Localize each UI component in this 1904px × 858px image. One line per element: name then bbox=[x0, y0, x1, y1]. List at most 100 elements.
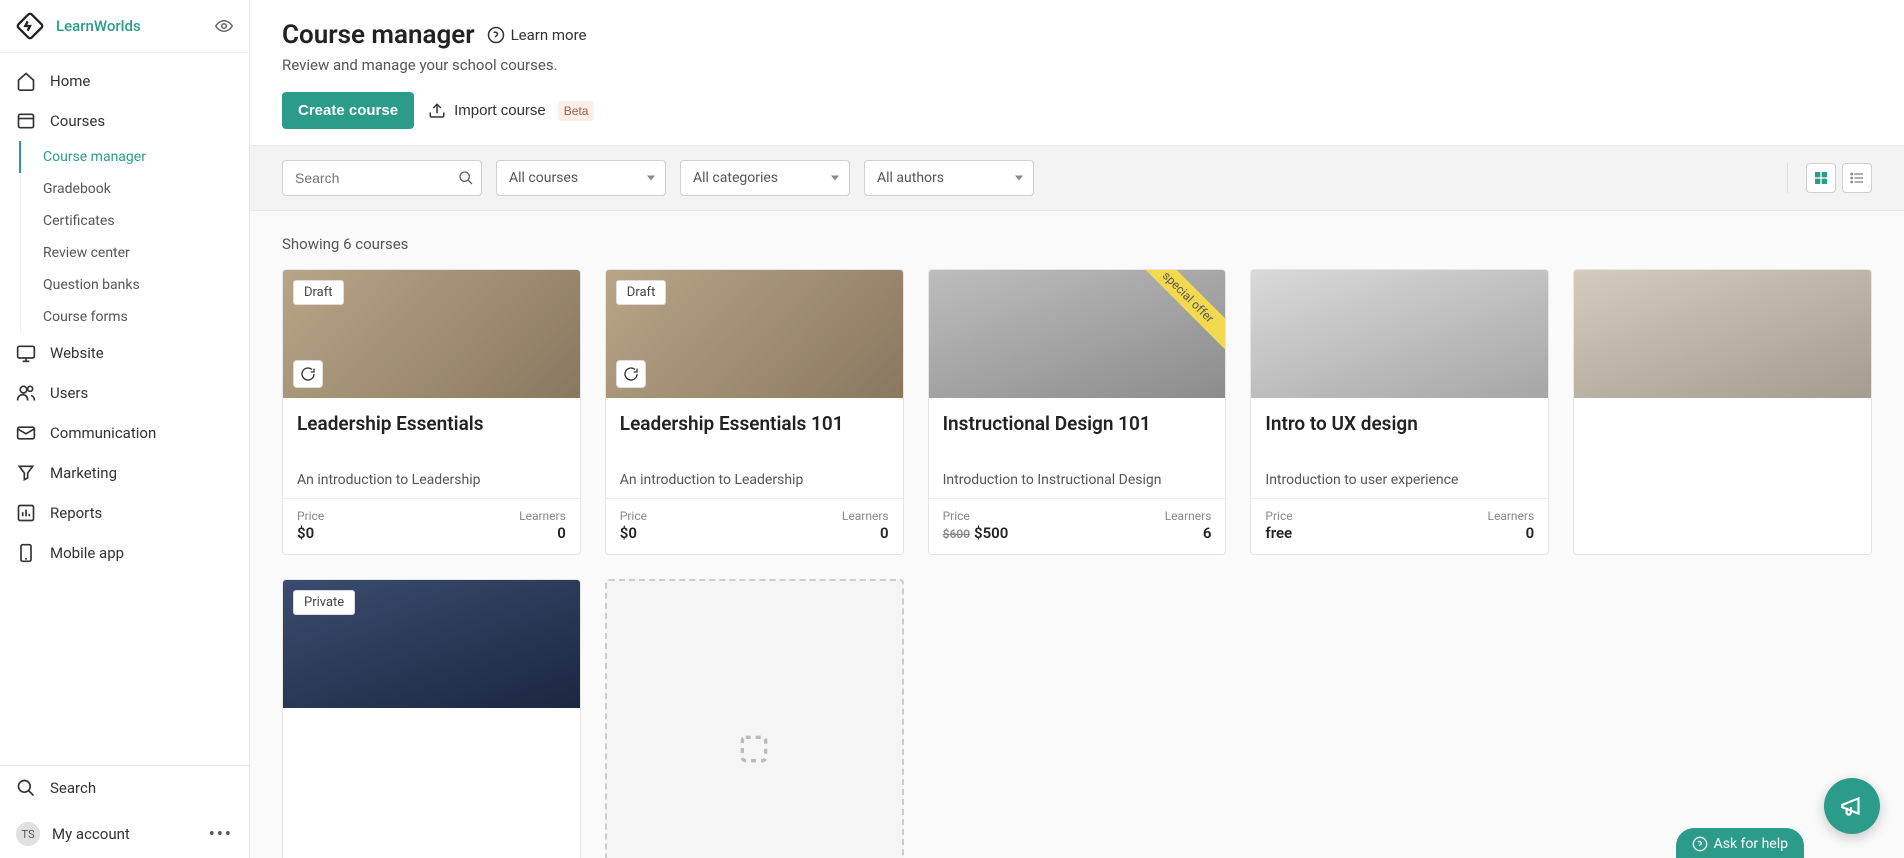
sidebar-item-communication[interactable]: Communication bbox=[0, 413, 249, 453]
status-chip: Private bbox=[293, 590, 355, 615]
content: Showing 6 courses DraftLeadership Essent… bbox=[250, 211, 1904, 858]
sidebar-item-label: Search bbox=[50, 779, 96, 797]
add-course-placeholder[interactable] bbox=[605, 579, 904, 858]
monitor-icon bbox=[16, 343, 36, 363]
course-card[interactable]: Draft Leadership Essentials 101 An introdu… bbox=[605, 269, 904, 555]
help-circle-icon bbox=[487, 26, 505, 44]
filter-value: All categories bbox=[693, 170, 778, 186]
course-card[interactable]: special offerInstructional Design 101Int… bbox=[928, 269, 1227, 555]
mail-icon bbox=[16, 423, 36, 443]
learners-value: 0 bbox=[557, 524, 566, 542]
filter-courses-select[interactable]: All courses bbox=[496, 160, 666, 196]
logo-icon bbox=[16, 12, 44, 40]
page-subtitle: Review and manage your school courses. bbox=[282, 56, 1872, 74]
sync-icon bbox=[616, 360, 646, 388]
sidebar-item-search[interactable]: Search bbox=[0, 766, 249, 810]
card-body: Leadership Essentials 101 An introduction… bbox=[606, 398, 903, 498]
sidebar-item-label: Users bbox=[50, 384, 88, 402]
sidebar-item-users[interactable]: Users bbox=[0, 373, 249, 413]
learners-label: Learners bbox=[519, 509, 566, 523]
sidebar-item-question-banks[interactable]: Question banks bbox=[19, 269, 249, 301]
sidebar-item-label: Mobile app bbox=[50, 544, 124, 562]
sidebar: LearnWorlds Home Courses Course manager … bbox=[0, 0, 250, 858]
book-icon bbox=[16, 111, 36, 131]
view-toggle bbox=[1787, 163, 1872, 193]
status-chip: Draft bbox=[616, 280, 667, 305]
card-body: Intro to UX designIntroduction to user e… bbox=[1251, 398, 1548, 498]
card-body: Leadership Essentials An introduction to … bbox=[283, 398, 580, 498]
announce-fab[interactable] bbox=[1824, 778, 1880, 834]
course-title: Leadership Essentials 101 bbox=[620, 412, 889, 462]
list-view-button[interactable] bbox=[1842, 163, 1872, 193]
brand-name[interactable]: LearnWorlds bbox=[56, 17, 215, 35]
sidebar-item-label: Question banks bbox=[43, 277, 140, 293]
course-description: An introduction to Leadership bbox=[297, 472, 566, 488]
search-input[interactable] bbox=[282, 160, 482, 196]
sidebar-item-label: Reports bbox=[50, 504, 102, 522]
ask-for-help-button[interactable]: Ask for help bbox=[1676, 828, 1804, 858]
sidebar-item-marketing[interactable]: Marketing bbox=[0, 453, 249, 493]
course-card[interactable] bbox=[1573, 269, 1872, 555]
sidebar-item-website[interactable]: Website bbox=[0, 333, 249, 373]
sidebar-item-label: Certificates bbox=[43, 213, 115, 229]
avatar: TS bbox=[16, 822, 40, 846]
course-thumbnail bbox=[1251, 270, 1548, 398]
result-count: Showing 6 courses bbox=[282, 235, 1872, 253]
create-course-button[interactable]: Create course bbox=[282, 92, 414, 129]
sidebar-item-gradebook[interactable]: Gradebook bbox=[19, 173, 249, 205]
filter-categories-select[interactable]: All categories bbox=[680, 160, 850, 196]
help-circle-icon bbox=[1692, 836, 1708, 852]
sidebar-item-mobile-app[interactable]: Mobile app bbox=[0, 533, 249, 573]
course-card[interactable]: Intro to UX designIntroduction to user e… bbox=[1250, 269, 1549, 555]
course-card[interactable]: DraftLeadership EssentialsAn introductio… bbox=[282, 269, 581, 555]
search-button[interactable] bbox=[458, 170, 474, 186]
course-card[interactable]: Private bbox=[282, 579, 581, 858]
course-thumbnail: Private bbox=[283, 580, 580, 708]
sidebar-item-label: Communication bbox=[50, 424, 156, 442]
more-icon[interactable]: ••• bbox=[209, 824, 233, 845]
sidebar-item-certificates[interactable]: Certificates bbox=[19, 205, 249, 237]
sidebar-footer: Search TS My account ••• bbox=[0, 765, 249, 858]
sidebar-item-home[interactable]: Home bbox=[0, 61, 249, 101]
toolbar: All courses All categories All authors bbox=[250, 145, 1904, 211]
sidebar-header: LearnWorlds bbox=[0, 0, 249, 53]
learners-label: Learners bbox=[1165, 509, 1212, 523]
course-title: Leadership Essentials bbox=[297, 412, 566, 462]
search-box bbox=[282, 160, 482, 196]
search-icon bbox=[16, 778, 36, 798]
filter-value: All authors bbox=[877, 170, 944, 186]
price-value: $0 bbox=[297, 524, 314, 542]
home-icon bbox=[16, 71, 36, 91]
sidebar-item-label: My account bbox=[52, 825, 209, 843]
sidebar-item-my-account[interactable]: TS My account ••• bbox=[0, 810, 249, 858]
course-description: An introduction to Leadership bbox=[620, 472, 889, 488]
learners-value: 0 bbox=[880, 524, 889, 542]
price-value: $600$500 bbox=[943, 524, 1009, 542]
sidebar-item-label: Gradebook bbox=[43, 181, 111, 197]
import-course-button[interactable]: Import course Beta bbox=[428, 101, 594, 121]
sidebar-item-review-center[interactable]: Review center bbox=[19, 237, 249, 269]
card-footer: Price$600$500Learners6 bbox=[929, 498, 1226, 554]
filter-authors-select[interactable]: All authors bbox=[864, 160, 1034, 196]
course-title: Instructional Design 101 bbox=[943, 412, 1212, 462]
sidebar-item-course-manager[interactable]: Course manager bbox=[19, 141, 249, 173]
card-footer: PricefreeLearners0 bbox=[1251, 498, 1548, 554]
filter-value: All courses bbox=[509, 170, 578, 186]
sidebar-item-label: Course manager bbox=[43, 149, 146, 165]
learners-label: Learners bbox=[1488, 509, 1535, 523]
sidebar-item-label: Home bbox=[50, 72, 90, 90]
sidebar-item-label: Marketing bbox=[50, 464, 117, 482]
sidebar-item-courses[interactable]: Courses bbox=[0, 101, 249, 141]
learn-more-link[interactable]: Learn more bbox=[487, 26, 587, 44]
sidebar-item-label: Website bbox=[50, 344, 104, 362]
preview-icon[interactable] bbox=[215, 17, 233, 35]
card-body: Instructional Design 101Introduction to … bbox=[929, 398, 1226, 498]
ask-for-help-label: Ask for help bbox=[1714, 836, 1788, 852]
grid-view-button[interactable] bbox=[1806, 163, 1836, 193]
sidebar-nav: Home Courses Course manager Gradebook Ce… bbox=[0, 53, 249, 765]
sidebar-item-reports[interactable]: Reports bbox=[0, 493, 249, 533]
sidebar-item-course-forms[interactable]: Course forms bbox=[19, 301, 249, 333]
beta-badge: Beta bbox=[558, 101, 595, 121]
users-icon bbox=[16, 383, 36, 403]
course-thumbnail: special offer bbox=[929, 270, 1226, 398]
